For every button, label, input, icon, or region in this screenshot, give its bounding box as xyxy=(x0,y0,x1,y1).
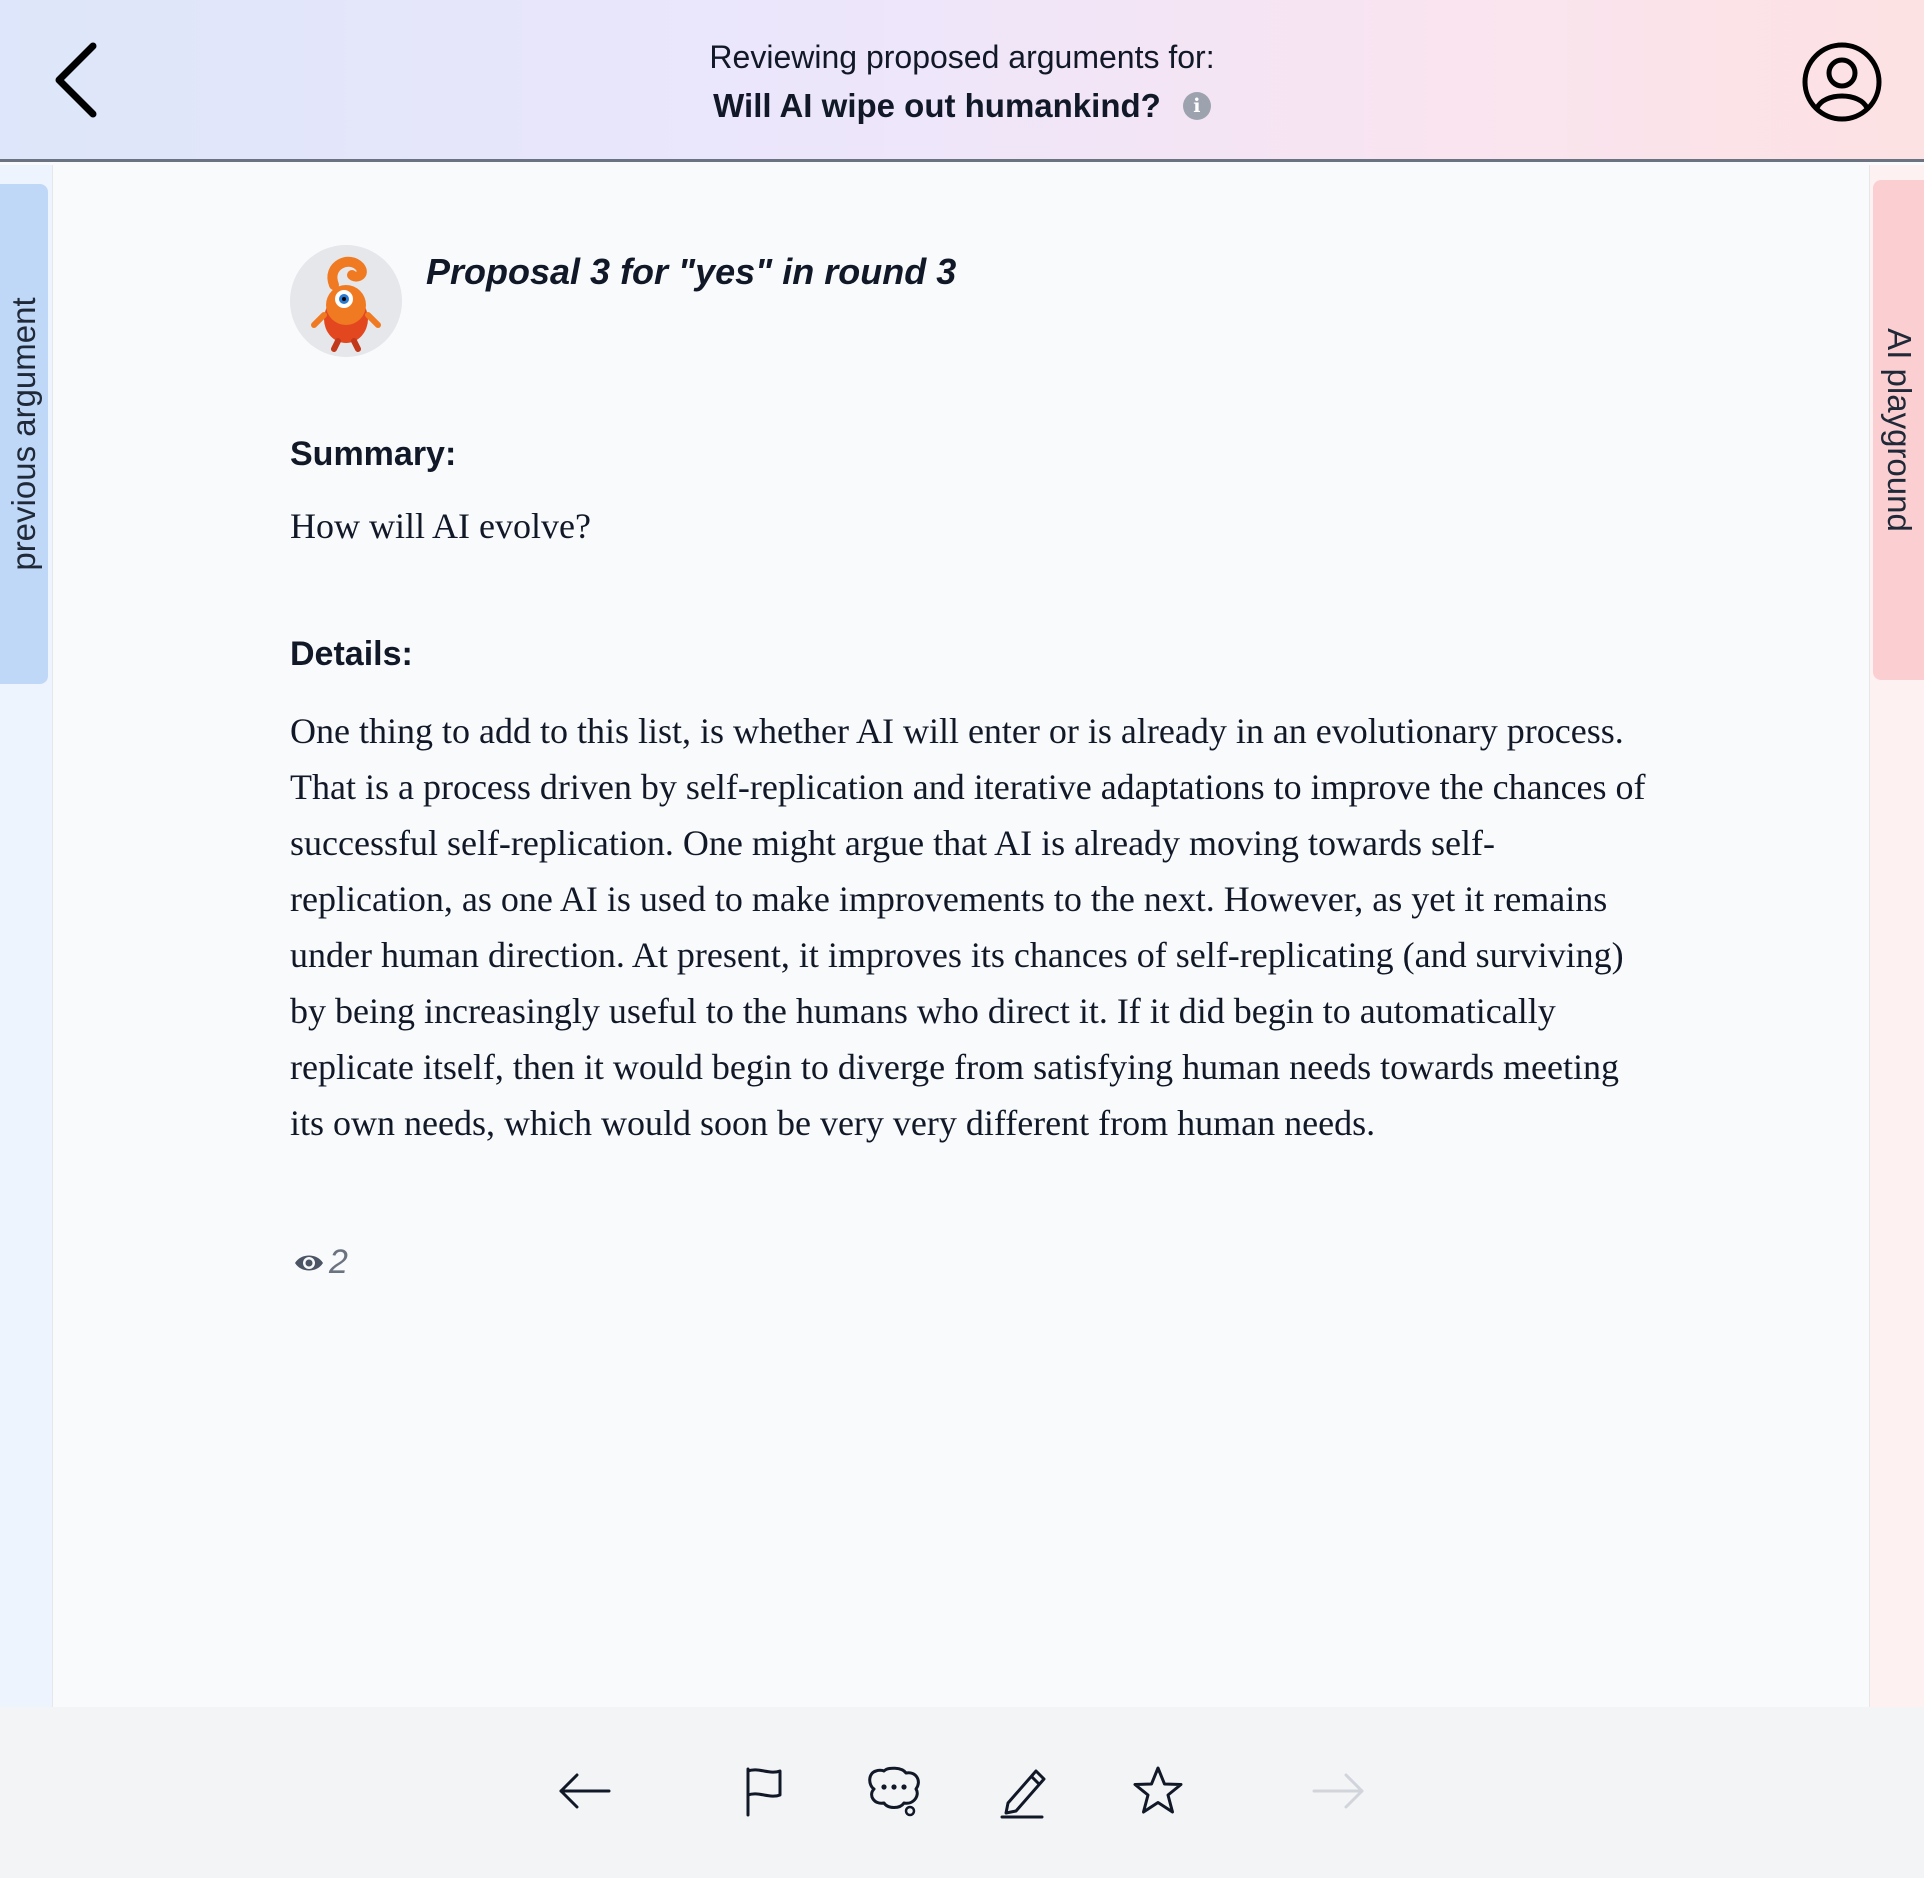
bottom-toolbar xyxy=(0,1707,1924,1878)
previous-button[interactable] xyxy=(549,1755,621,1827)
flag-icon xyxy=(746,1767,782,1817)
header-center: Reviewing proposed arguments for: Will A… xyxy=(0,36,1924,128)
previous-argument-tab[interactable]: previous argument xyxy=(0,184,48,684)
comment-button[interactable] xyxy=(858,1755,930,1827)
details-label: Details: xyxy=(290,635,413,673)
top-header: Reviewing proposed arguments for: Will A… xyxy=(0,0,1924,162)
star-icon xyxy=(1133,1766,1183,1814)
creature-avatar-icon xyxy=(290,245,402,357)
ai-playground-tab[interactable]: AI playground xyxy=(1873,180,1924,680)
summary-label: Summary: xyxy=(290,435,457,473)
arrow-left-icon xyxy=(559,1773,611,1809)
eye-icon xyxy=(295,1255,323,1270)
flag-button[interactable] xyxy=(728,1755,800,1827)
comment-icon xyxy=(868,1766,920,1817)
pencil-icon xyxy=(1000,1769,1046,1819)
next-button[interactable] xyxy=(1302,1755,1374,1827)
arrow-right-icon xyxy=(1312,1773,1364,1809)
header-subtitle: Reviewing proposed arguments for: xyxy=(709,39,1215,75)
view-count: 2 xyxy=(293,1243,348,1282)
question-title: Will AI wipe out humankind? xyxy=(713,87,1161,124)
avatar xyxy=(290,245,402,357)
edit-button[interactable] xyxy=(988,1755,1060,1827)
header-title-row: Will AI wipe out humankind? i xyxy=(713,84,1211,128)
ai-playground-label: AI playground xyxy=(1880,328,1918,532)
star-button[interactable] xyxy=(1122,1755,1194,1827)
proposal-title: Proposal 3 for "yes" in round 3 xyxy=(426,251,957,292)
previous-argument-label: previous argument xyxy=(5,297,42,571)
view-count-value: 2 xyxy=(329,1243,348,1281)
proposal-card: Proposal 3 for "yes" in round 3 Summary:… xyxy=(52,165,1870,1707)
summary-text: How will AI evolve? xyxy=(290,506,591,546)
user-circle-icon xyxy=(1802,42,1882,122)
profile-button[interactable] xyxy=(1800,40,1884,124)
details-text: One thing to add to this list, is whethe… xyxy=(290,711,1646,1143)
info-icon[interactable]: i xyxy=(1182,92,1211,120)
